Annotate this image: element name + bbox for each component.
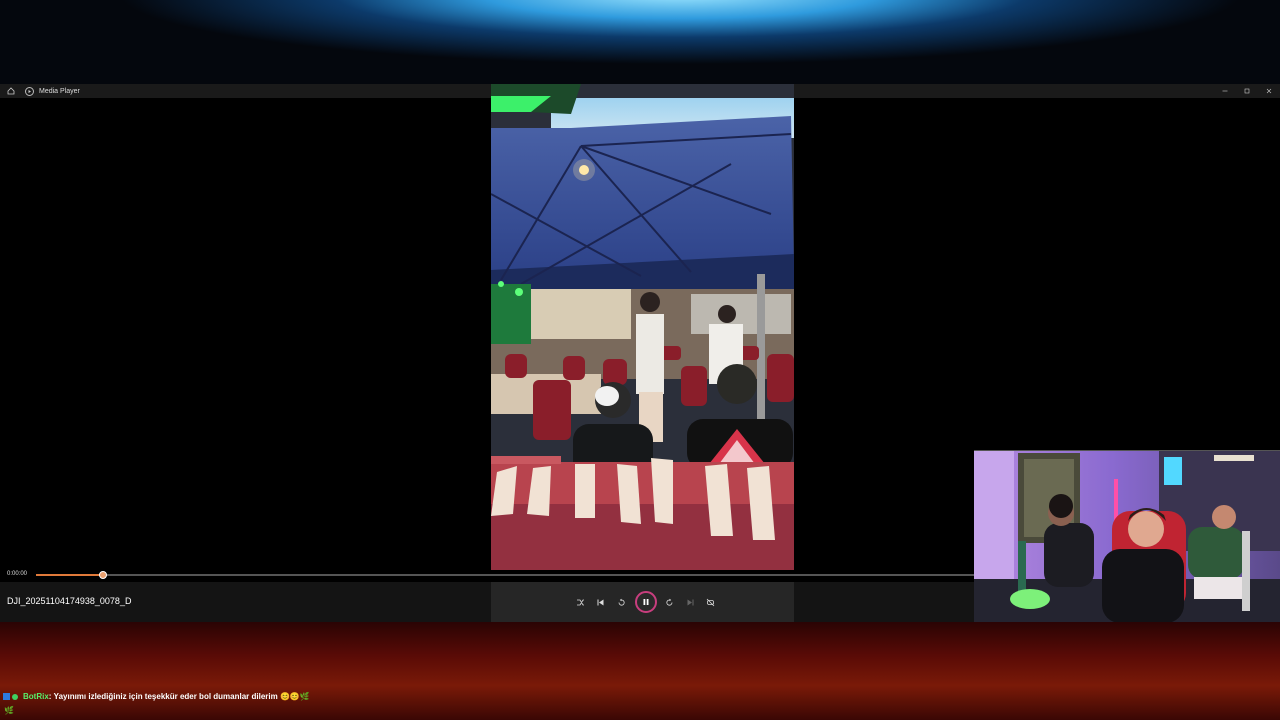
seek-progress-fill xyxy=(36,574,103,576)
chat-message-text: Yayınımı izlediğiniz için teşekkür eder … xyxy=(53,692,310,701)
app-title: Media Player xyxy=(39,87,80,95)
transport-controls xyxy=(570,590,721,614)
close-icon[interactable] xyxy=(1258,84,1280,98)
home-icon[interactable] xyxy=(6,86,16,96)
file-name: DJI_20251104174938_0078_D xyxy=(7,596,132,606)
next-icon[interactable] xyxy=(680,592,700,612)
bot-badge-icon xyxy=(3,693,10,700)
video-frame[interactable] xyxy=(491,84,794,570)
chat-username: BotRix xyxy=(23,692,49,701)
chat-overlay: BotRix : Yayınımı izlediğiniz için teşek… xyxy=(0,690,1280,720)
pause-icon[interactable] xyxy=(634,591,657,613)
repeat-off-icon[interactable] xyxy=(701,592,721,612)
chat-message: BotRix : Yayınımı izlediğiniz için teşek… xyxy=(3,692,310,701)
rewind-10-icon[interactable] xyxy=(611,592,631,612)
forward-30-icon[interactable] xyxy=(660,592,680,612)
previous-icon[interactable] xyxy=(591,592,611,612)
stream-top-glow xyxy=(0,0,1280,84)
webcam-overlay xyxy=(974,450,1280,623)
seek-thumb[interactable] xyxy=(98,571,107,579)
shuffle-icon[interactable] xyxy=(570,592,590,612)
chat-message-continuation: 🌿 xyxy=(4,706,14,715)
minimize-icon[interactable] xyxy=(1214,84,1236,98)
verified-badge-icon xyxy=(12,693,18,700)
current-time: 0:00:00 xyxy=(7,571,28,577)
media-player-app-icon xyxy=(25,86,34,96)
seek-track[interactable] xyxy=(36,571,974,579)
seek-bar-area: 0:00:00 xyxy=(0,568,974,582)
restore-icon[interactable] xyxy=(1236,84,1258,98)
